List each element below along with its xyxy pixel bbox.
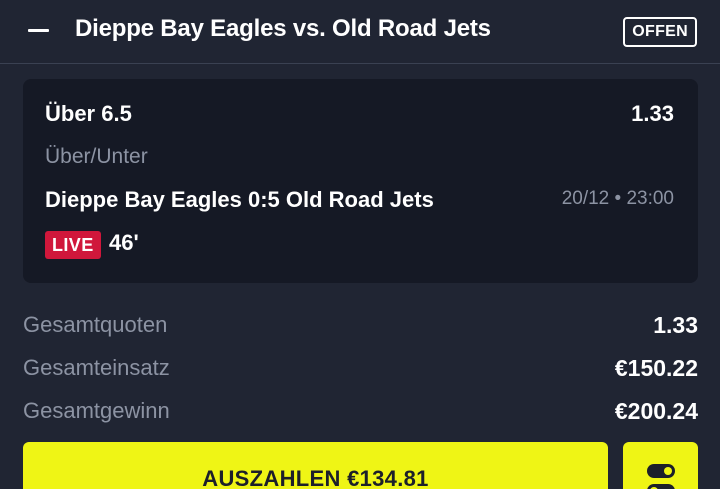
market-name: Über/Unter — [45, 145, 148, 168]
total-odds-row: Gesamtquoten 1.33 — [23, 312, 698, 342]
minus-icon[interactable] — [28, 25, 49, 37]
total-odds-value: 1.33 — [653, 312, 698, 338]
cashout-settings-button[interactable] — [623, 442, 698, 489]
cashout-button[interactable]: AUSZAHLEN €134.81 — [23, 442, 608, 489]
bet-selection-card: Über 6.5 1.33 Über/Unter Dieppe Bay Eagl… — [23, 79, 698, 283]
event-datetime: 20/12 • 23:00 — [561, 188, 674, 209]
total-odds-label: Gesamtquoten — [23, 312, 168, 337]
total-win-label: Gesamtgewinn — [23, 398, 170, 423]
status-badge: OFFEN — [623, 17, 697, 47]
total-stake-label: Gesamteinsatz — [23, 355, 170, 380]
total-win-value: €200.24 — [614, 398, 698, 424]
total-stake-row: Gesamteinsatz €150.22 — [23, 355, 698, 385]
bet-header: Dieppe Bay Eagles vs. Old Road Jets OFFE… — [0, 0, 720, 63]
event-name: Dieppe Bay Eagles 0:5 Old Road Jets — [45, 187, 434, 212]
total-win-row: Gesamtgewinn €200.24 — [23, 398, 698, 428]
header-divider — [0, 63, 720, 64]
bet-slip-page: Dieppe Bay Eagles vs. Old Road Jets OFFE… — [0, 0, 720, 489]
live-badge: LIVE — [45, 231, 101, 259]
selection-name: Über 6.5 — [45, 101, 132, 126]
total-stake-value: €150.22 — [614, 355, 698, 381]
match-minute: 46' — [109, 230, 139, 255]
bet-title: Dieppe Bay Eagles vs. Old Road Jets — [75, 15, 491, 42]
selection-odds: 1.33 — [631, 101, 674, 126]
toggle-settings-icon — [647, 464, 675, 489]
